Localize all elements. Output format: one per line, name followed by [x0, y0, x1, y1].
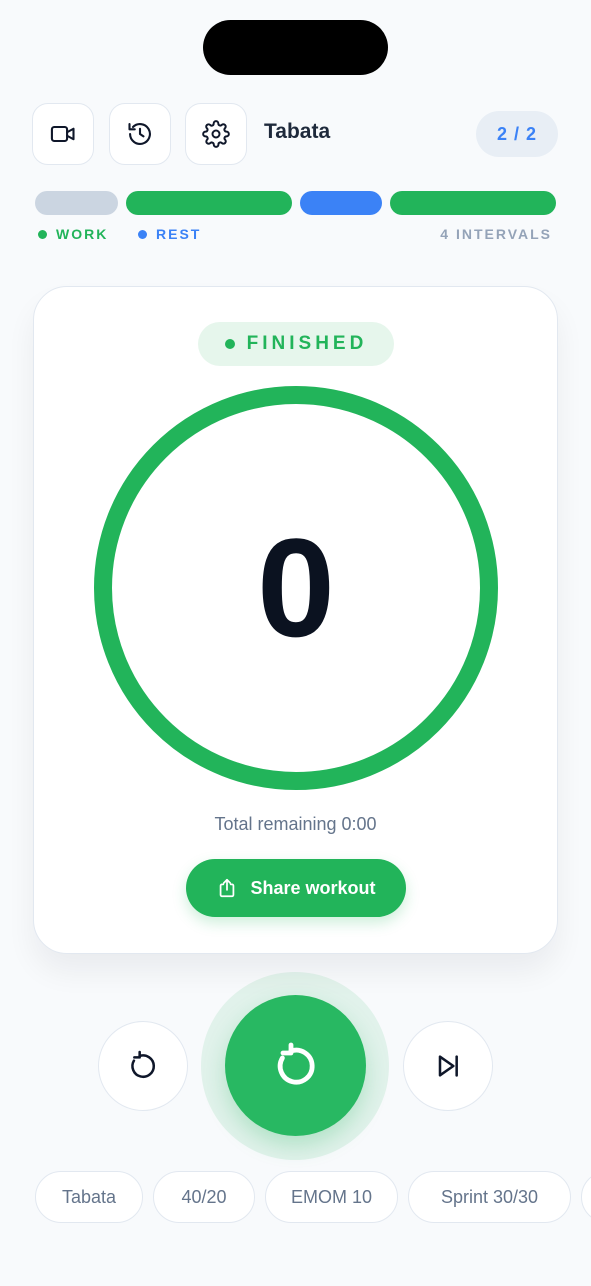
device-notch [203, 20, 388, 75]
gear-icon [202, 120, 230, 148]
video-camera-icon [50, 125, 75, 143]
status-dot-icon [224, 339, 235, 349]
timer-card: FINISHED 0 Total remaining 0:00 Share wo… [33, 286, 558, 954]
top-bar: Tabata 2 / 2 [32, 103, 558, 165]
round-counter-badge: 2 / 2 [476, 111, 558, 157]
legend-work-label: WORK [56, 226, 109, 242]
status-label: FINISHED [246, 333, 368, 354]
legend-rest: REST [138, 226, 201, 242]
reset-workout-button[interactable] [225, 995, 366, 1136]
preset-chip[interactable]: EMOM 10 [265, 1171, 398, 1223]
skip-button[interactable] [403, 1021, 493, 1111]
interval-segment-work [126, 191, 292, 215]
interval-legend: WORK REST 4 INTERVALS [38, 226, 552, 244]
preset-chip[interactable]: 40/20 [153, 1171, 255, 1223]
interval-segment-rest [300, 191, 382, 215]
share-icon [220, 878, 235, 898]
preset-chip-overflow[interactable] [581, 1171, 591, 1223]
workout-title: Tabata [264, 120, 331, 143]
camera-button[interactable] [32, 103, 94, 165]
history-icon [128, 123, 151, 145]
work-dot-icon [38, 229, 47, 239]
legend-rest-label: REST [156, 226, 202, 242]
restart-button[interactable] [98, 1021, 188, 1111]
preset-chip[interactable]: Sprint 30/30 [408, 1171, 571, 1223]
total-remaining: Total remaining 0:00 [214, 814, 377, 834]
interval-segment-done [35, 191, 118, 215]
legend-work: WORK [38, 226, 108, 242]
share-workout-button[interactable]: Share workout [186, 859, 406, 917]
preset-chip[interactable]: Tabata [35, 1171, 143, 1223]
share-workout-label: Share workout [250, 877, 376, 898]
history-button[interactable] [109, 103, 171, 165]
settings-button[interactable] [185, 103, 247, 165]
interval-segment-work [390, 191, 556, 215]
skip-end-icon [438, 1055, 458, 1077]
reset-icon [277, 1042, 315, 1085]
status-badge: FINISHED [198, 322, 394, 366]
rest-dot-icon [138, 229, 147, 239]
interval-count: 4 INTERVALS [440, 226, 552, 242]
interval-progress-bar [35, 191, 556, 215]
timer-value: 0 [257, 509, 335, 666]
restart-icon [131, 1050, 155, 1078]
preset-list: Tabata 40/20 EMOM 10 Sprint 30/30 [35, 1171, 591, 1223]
